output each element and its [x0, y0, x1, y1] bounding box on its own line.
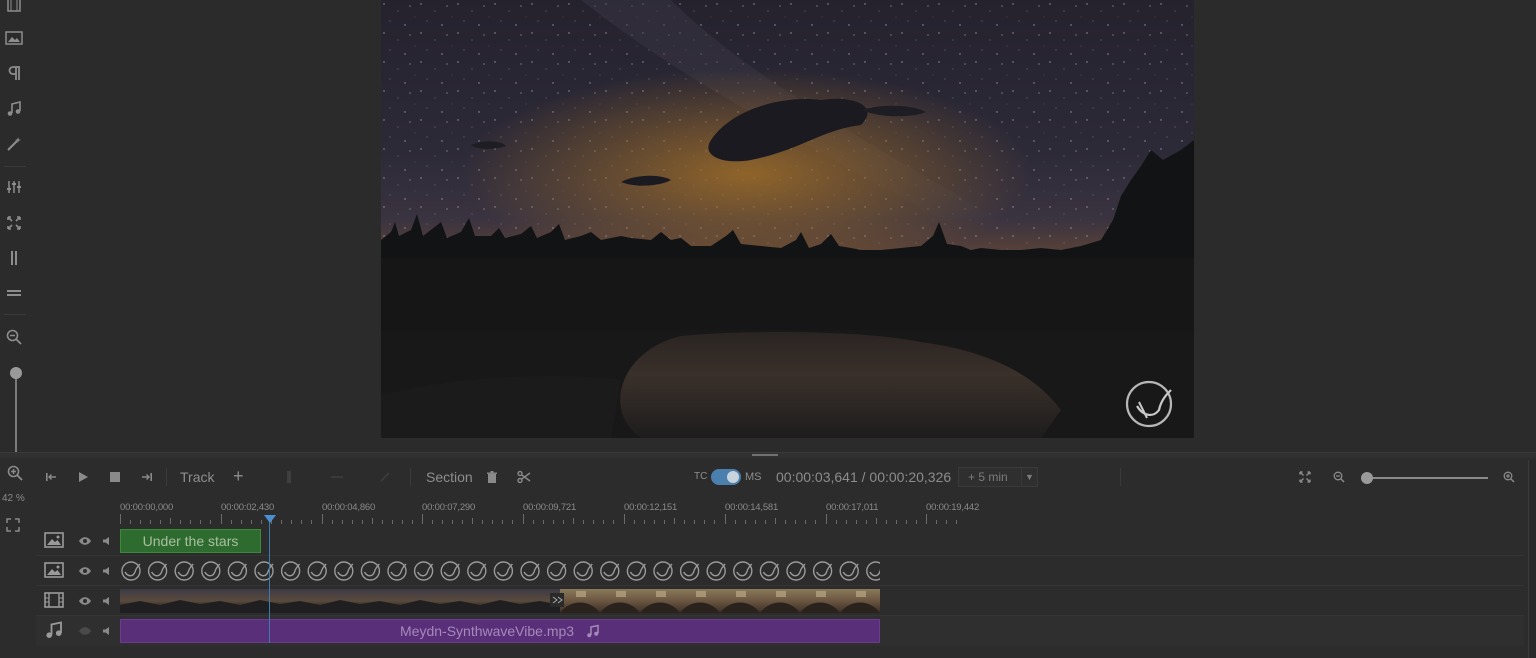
- image-icon[interactable]: [3, 27, 25, 49]
- ruler-tick-label: 00:00:07,290: [422, 502, 476, 513]
- logo-clip-thumbnails: [121, 561, 880, 581]
- title-clip[interactable]: Under the stars: [120, 529, 261, 553]
- image-icon: [44, 560, 64, 580]
- eye-icon[interactable]: [78, 534, 92, 548]
- image-icon: [44, 530, 64, 550]
- ruler-ticks: [120, 514, 957, 524]
- ruler-tick-label: 00:00:17,011: [826, 502, 879, 513]
- stop-icon[interactable]: [106, 468, 124, 486]
- video-editor-window: 42 % Track + Section TC MS 00:00:03,641 …: [0, 0, 1536, 658]
- preview-frame-image: [381, 0, 1194, 438]
- ruler-tick-label: 00:00:04,860: [322, 502, 376, 513]
- eye-icon[interactable]: [78, 564, 92, 578]
- undo-icon: [328, 468, 346, 486]
- ruler-tick-label: 00:00:19,442: [926, 502, 980, 513]
- logo-clip[interactable]: [120, 560, 880, 582]
- timeline-ruler[interactable]: 00:00:00,000 00:00:02,430 00:00:04,860 0…: [120, 500, 1000, 526]
- preview-zoom-slider-handle[interactable]: [10, 367, 22, 379]
- scissors-icon[interactable]: [515, 468, 533, 486]
- zoom-out-icon[interactable]: [3, 326, 25, 348]
- ruler-tick-label: 00:00:00,000: [120, 502, 174, 513]
- ms-label: MS: [745, 471, 762, 483]
- ruler-tick-label: 00:00:02,430: [221, 502, 275, 513]
- duration-select-value: + 5 min: [968, 470, 1008, 484]
- eye-icon: [78, 624, 92, 638]
- track-label: Track: [180, 469, 215, 485]
- film-icon: [44, 590, 64, 610]
- ruler-tick-label: 00:00:09,721: [523, 502, 577, 513]
- skip-to-end-icon[interactable]: [138, 468, 156, 486]
- timeline-zoom-slider-track[interactable]: [1362, 477, 1488, 479]
- timeline-zoom-in-icon[interactable]: [1500, 468, 1518, 486]
- horizontal-bars-icon[interactable]: [3, 282, 25, 304]
- fullscreen-icon[interactable]: [4, 516, 22, 534]
- ruler-tick-label: 00:00:12,151: [624, 502, 678, 513]
- ruler-tick-label: 00:00:14,581: [725, 502, 779, 513]
- play-icon[interactable]: [74, 468, 92, 486]
- left-tool-rail: [0, 0, 32, 452]
- tc-ms-toggle-knob[interactable]: [727, 471, 739, 483]
- zoom-in-icon[interactable]: [4, 463, 26, 483]
- fit-arrows-icon[interactable]: [3, 212, 25, 234]
- sliders-icon[interactable]: [3, 176, 25, 198]
- speaker-icon[interactable]: [101, 535, 113, 547]
- timeline-scrollbar[interactable]: [1528, 460, 1536, 658]
- vertical-bars-icon[interactable]: [3, 247, 25, 269]
- trash-icon[interactable]: [484, 468, 500, 486]
- add-track-button[interactable]: +: [233, 466, 244, 486]
- timecode-display: 00:00:03,641 / 00:00:20,326: [776, 469, 952, 485]
- preview-zoom-slider-track[interactable]: [15, 368, 17, 452]
- timeline-zoom-slider-handle[interactable]: [1361, 472, 1373, 484]
- magic-wand-icon[interactable]: [3, 133, 25, 155]
- chevron-down-icon[interactable]: ▼: [1021, 468, 1037, 486]
- music-note-icon[interactable]: [3, 98, 25, 120]
- timeline-zoom-out-icon[interactable]: [1330, 468, 1348, 486]
- playhead-marker[interactable]: [264, 515, 276, 523]
- duration-select[interactable]: + 5 min ▼: [958, 467, 1038, 487]
- video-clip-thumbnails: [120, 589, 880, 613]
- paragraph-icon[interactable]: [3, 62, 25, 84]
- fit-timeline-icon[interactable]: [1296, 468, 1314, 486]
- playhead-line[interactable]: [269, 516, 270, 643]
- video-clip[interactable]: [120, 589, 880, 613]
- film-icon[interactable]: [3, 0, 25, 16]
- disabled-tool-icon: [280, 468, 298, 486]
- audio-clip[interactable]: Meydn-SynthwaveVibe.mp3: [120, 619, 880, 643]
- speaker-icon[interactable]: [101, 595, 113, 607]
- audio-clip-label: Meydn-SynthwaveVibe.mp3: [400, 623, 575, 639]
- music-note-icon: [586, 622, 600, 644]
- skip-to-start-icon[interactable]: [42, 468, 60, 486]
- section-label: Section: [426, 469, 473, 485]
- tc-label: TC: [694, 471, 708, 482]
- music-note-icon: [44, 620, 64, 640]
- redo-icon: [376, 468, 394, 486]
- eye-icon[interactable]: [78, 594, 92, 608]
- splitter-grip-handle[interactable]: [752, 454, 778, 456]
- video-preview[interactable]: [381, 0, 1194, 438]
- speaker-icon[interactable]: [101, 565, 113, 577]
- zoom-percent-label: 42 %: [2, 493, 25, 504]
- speaker-icon[interactable]: [101, 625, 113, 637]
